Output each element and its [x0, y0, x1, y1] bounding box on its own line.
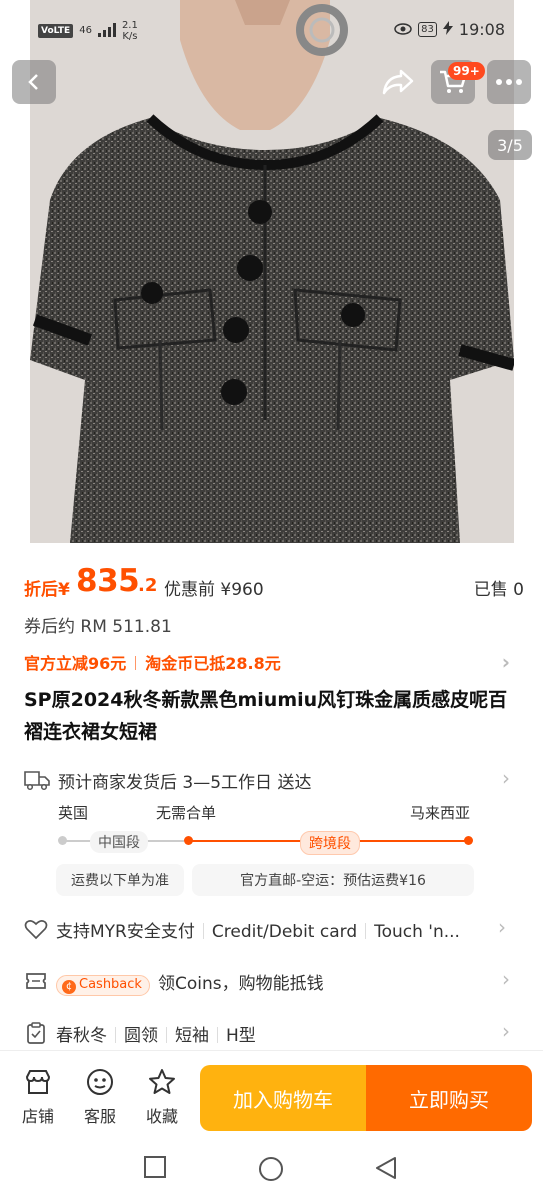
attribute-silhouette: H型 — [226, 1026, 256, 1046]
chevron-right-icon: › — [502, 967, 510, 991]
segment-domestic: 中国段 — [90, 831, 148, 853]
payment-method-card: Credit/Debit card — [211, 922, 358, 942]
price-integer: 835 — [76, 563, 140, 599]
coin-icon: ¢ — [62, 980, 76, 994]
share-button[interactable] — [376, 60, 420, 104]
back-button[interactable] — [12, 60, 56, 104]
promo-coins: 淘金币已抵28.8元 — [145, 654, 281, 673]
triangle-back-icon — [376, 1157, 396, 1179]
square-icon — [144, 1156, 166, 1178]
sold-count: 已售 0 — [473, 580, 524, 600]
chat-face-icon — [87, 1069, 113, 1095]
product-image-gallery[interactable]: VoLTE 46 2.1 K/s 83 19:08 99+ 3/5 — [0, 0, 543, 543]
bottom-action-bar: 店铺 客服 收藏 加入购物车 立即购买 — [0, 1050, 543, 1136]
attribute-collar: 圆领 — [124, 1026, 158, 1046]
payment-label: 支持MYR安全支付 — [56, 922, 195, 942]
divider — [202, 923, 204, 939]
attribute-sleeve: 短袖 — [175, 1026, 209, 1046]
share-icon — [382, 69, 414, 95]
battery-icon: 83 — [418, 22, 437, 37]
route-dot — [58, 836, 67, 845]
attribute-season: 春秋冬 — [56, 1026, 107, 1046]
signal-icon: 46 — [79, 25, 92, 36]
store-button[interactable]: 店铺 — [12, 1067, 64, 1127]
payment-method-tng: Touch 'n... — [374, 922, 460, 942]
route-dot — [184, 836, 193, 845]
volte-indicator: VoLTE — [38, 24, 74, 38]
favorite-button[interactable]: 收藏 — [136, 1067, 188, 1127]
shipping-fee-note: 运费以下单为准 — [56, 864, 184, 896]
back-nav-button[interactable] — [374, 1156, 398, 1184]
divider — [365, 923, 367, 939]
chevron-left-icon — [28, 74, 38, 90]
home-button[interactable] — [258, 1156, 284, 1186]
clock: 19:08 — [458, 20, 505, 39]
cart-badge: 99+ — [448, 62, 485, 80]
promo-row[interactable]: 官方立减96元 淘金币已抵28.8元 › — [24, 650, 518, 674]
delivery-estimate: 预计商家发货后 3—5工作日 送达 — [58, 773, 312, 793]
segment-cross-border: 跨境段 — [300, 831, 360, 855]
truck-icon — [24, 771, 50, 791]
product-title: SP原2024秋冬新款黑色miumiu风钉珠金属质感皮呢百褶连衣裙女短裙 — [24, 689, 508, 743]
customer-service-button[interactable]: 客服 — [74, 1067, 126, 1127]
chevron-right-icon: › — [502, 766, 510, 790]
charging-icon — [442, 20, 453, 39]
status-bar: VoLTE 46 2.1 K/s 83 19:08 — [0, 0, 543, 64]
star-icon — [149, 1069, 175, 1094]
ticket-icon — [26, 973, 46, 989]
store-label: 店铺 — [21, 1107, 54, 1126]
image-counter: 3/5 — [488, 130, 532, 160]
network-speed: 2.1 K/s — [121, 20, 138, 42]
original-price: 优惠前 ¥960 — [164, 580, 264, 600]
destination-label: 马来西亚 — [410, 804, 471, 822]
favorite-label: 收藏 — [145, 1107, 178, 1126]
payment-row[interactable]: 支持MYR安全支付 Credit/Debit card Touch 'n... — [24, 915, 518, 945]
divider — [217, 1027, 218, 1043]
divider — [166, 1027, 167, 1043]
consolidation-label: 无需合单 — [156, 804, 217, 822]
price-decimal: .2 — [138, 575, 158, 596]
more-dots-icon — [496, 79, 522, 85]
chevron-right-icon: › — [501, 650, 510, 674]
shipping-row[interactable]: 预计商家发货后 3—5工作日 送达 › — [24, 766, 518, 794]
promo-discount: 官方立减96元 — [24, 654, 127, 673]
add-to-cart-button[interactable]: 加入购物车 — [200, 1065, 366, 1131]
chevron-right-icon: › — [498, 915, 506, 939]
clipboard-icon — [27, 1022, 45, 1044]
eye-icon — [394, 20, 412, 39]
route-dot — [464, 836, 473, 845]
cashback-row[interactable]: ¢ Cashback 领Coins，购物能抵钱 › — [24, 967, 518, 997]
store-icon — [25, 1070, 51, 1094]
recent-apps-button[interactable] — [144, 1156, 166, 1182]
shipping-fee-estimate: 官方直邮-空运：预估运费¥16 — [192, 864, 474, 896]
buy-now-button[interactable]: 立即购买 — [366, 1065, 532, 1131]
coupon-price: 券后约 RM 511.81 — [24, 617, 172, 637]
system-navigation-bar — [0, 1136, 543, 1200]
divider — [135, 656, 137, 670]
cashback-badge: ¢ Cashback — [56, 975, 150, 996]
chevron-right-icon: › — [502, 1019, 510, 1043]
shipping-route: 英国 无需合单 马来西亚 中国段 跨境段 运费以下单为准 官方直邮-空运：预估运… — [56, 802, 476, 902]
service-label: 客服 — [83, 1107, 116, 1126]
divider — [115, 1027, 116, 1043]
signal-bars-icon — [97, 22, 116, 41]
price-prefix: 折后¥ — [24, 580, 70, 600]
origin-label: 英国 — [58, 804, 89, 822]
circle-icon — [259, 1157, 283, 1181]
more-button[interactable] — [487, 60, 531, 104]
heart-shield-icon — [24, 920, 48, 940]
price-row: 折后¥ 835 .2 优惠前 ¥960 已售 0 — [24, 563, 524, 603]
cashback-text: 领Coins，购物能抵钱 — [157, 974, 324, 994]
attributes-row[interactable]: 春秋冬 圆领 短袖 H型 › — [24, 1019, 518, 1049]
